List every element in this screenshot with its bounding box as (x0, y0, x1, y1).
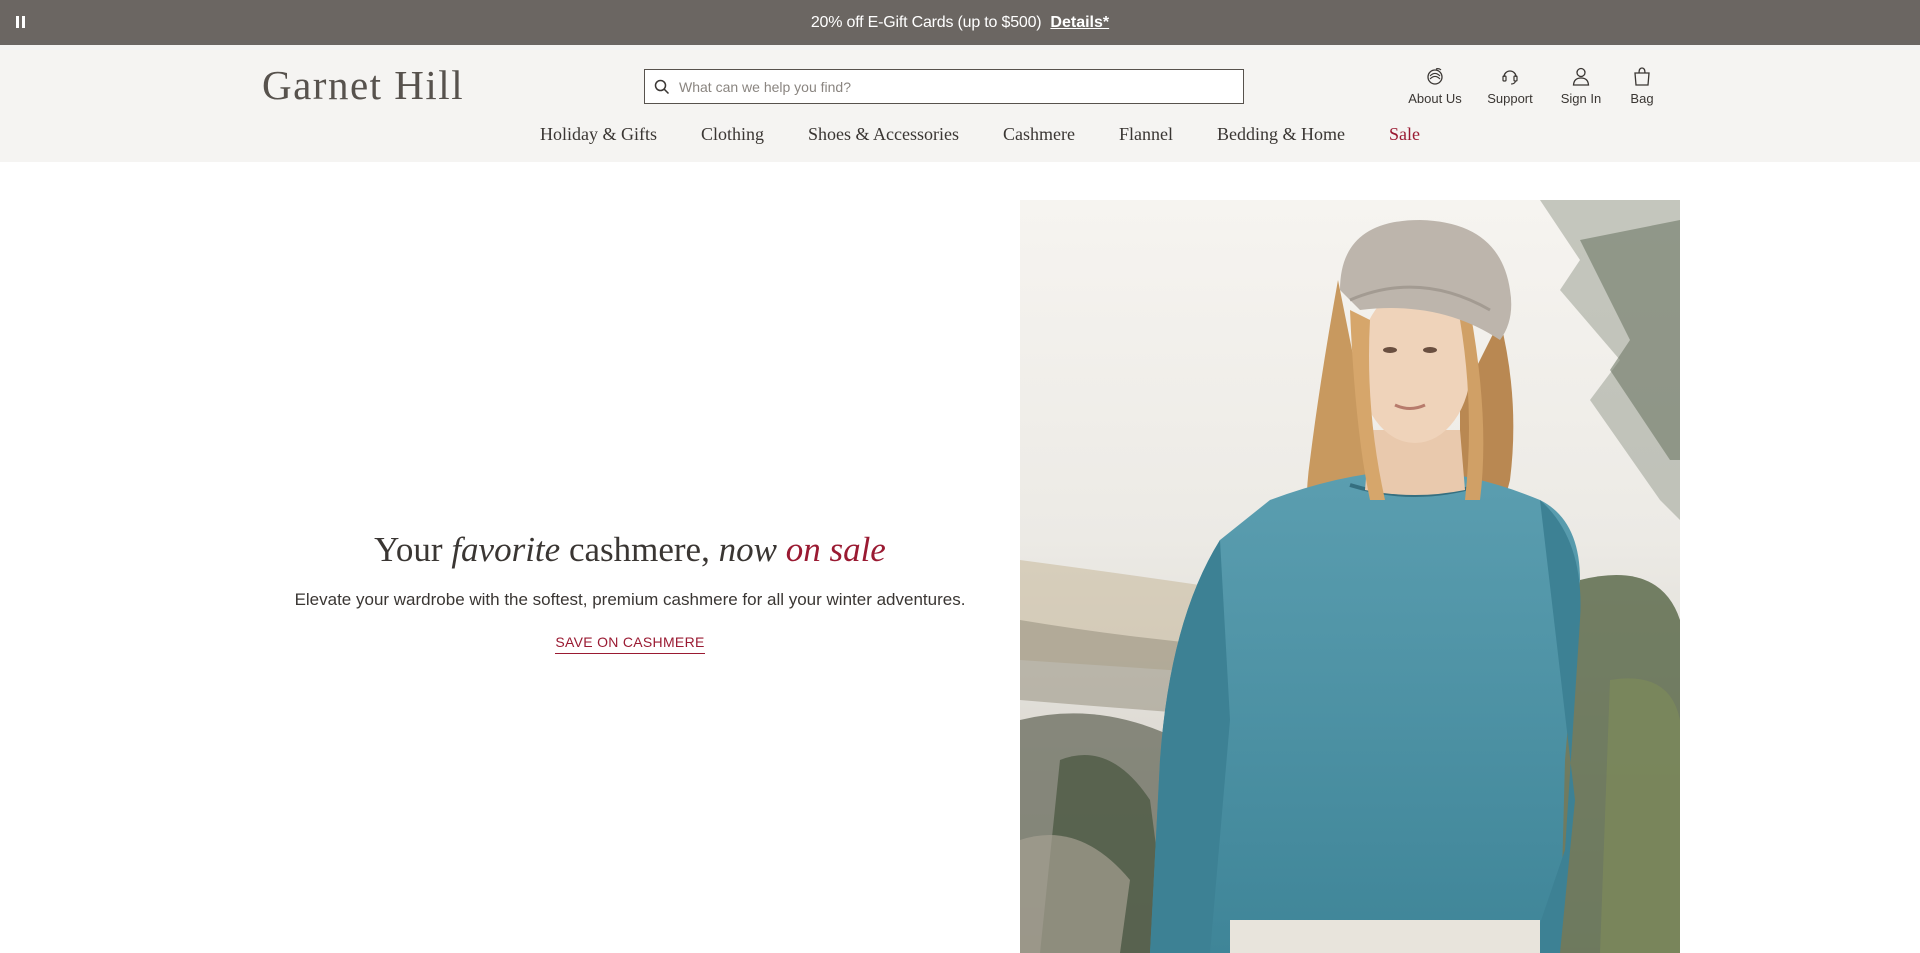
nav-item-cashmere[interactable]: Cashmere (1003, 124, 1075, 145)
hero-text-block: Your favorite cashmere, now on sale Elev… (262, 530, 998, 654)
support-link[interactable]: Support (1470, 65, 1550, 106)
bag-link[interactable]: Bag (1612, 65, 1672, 106)
nav-item-bedding-home[interactable]: Bedding & Home (1217, 124, 1345, 145)
search-box[interactable] (644, 69, 1244, 104)
hero-heading-part: cashmere, (560, 530, 719, 569)
nav-item-holiday-gifts[interactable]: Holiday & Gifts (540, 124, 657, 145)
hero-heading-part: favorite (451, 530, 561, 569)
promo-details-link[interactable]: Details* (1050, 14, 1109, 32)
nav-item-sale[interactable]: Sale (1389, 124, 1420, 145)
support-label: Support (1487, 91, 1533, 106)
nav-item-shoes-accessories[interactable]: Shoes & Accessories (808, 124, 959, 145)
pause-icon[interactable] (16, 16, 28, 30)
bag-label: Bag (1630, 91, 1654, 106)
hero-subtitle: Elevate your wardrobe with the softest, … (294, 590, 966, 609)
hero-heading-part: Your (374, 530, 452, 569)
headset-icon (1502, 70, 1518, 85)
about-us-label: About Us (1408, 91, 1462, 106)
promo-bar: 20% off E-Gift Cards (up to $500) Detail… (0, 0, 1920, 45)
hero-heading-part: now (718, 530, 786, 569)
search-icon[interactable] (645, 70, 679, 103)
search-input[interactable] (679, 71, 1229, 102)
hero-heading: Your favorite cashmere, now on sale (262, 530, 998, 570)
hero-photo-illustration (1020, 200, 1680, 953)
garnet-leaf-icon (1427, 68, 1443, 85)
site-logo[interactable]: Garnet Hill (262, 61, 464, 109)
promo-text: 20% off E-Gift Cards (up to $500) (810, 13, 1042, 31)
main-nav: Holiday & Gifts Clothing Shoes & Accesso… (0, 124, 1920, 145)
nav-item-flannel[interactable]: Flannel (1119, 124, 1173, 145)
about-us-link[interactable]: About Us (1400, 65, 1470, 106)
save-on-cashmere-link[interactable]: SAVE ON CASHMERE (555, 634, 705, 654)
sign-in-label: Sign In (1560, 91, 1602, 106)
sign-in-link[interactable]: Sign In (1550, 65, 1612, 106)
hero-heading-part: on sale (785, 530, 886, 569)
site-header: Garnet Hill About Us (0, 45, 1920, 162)
user-icon (1572, 67, 1590, 86)
bag-icon (1634, 67, 1650, 86)
nav-item-clothing[interactable]: Clothing (701, 124, 764, 145)
utility-nav: About Us Support Sign In Bag (1400, 65, 1672, 106)
hero-image[interactable] (1020, 200, 1680, 953)
